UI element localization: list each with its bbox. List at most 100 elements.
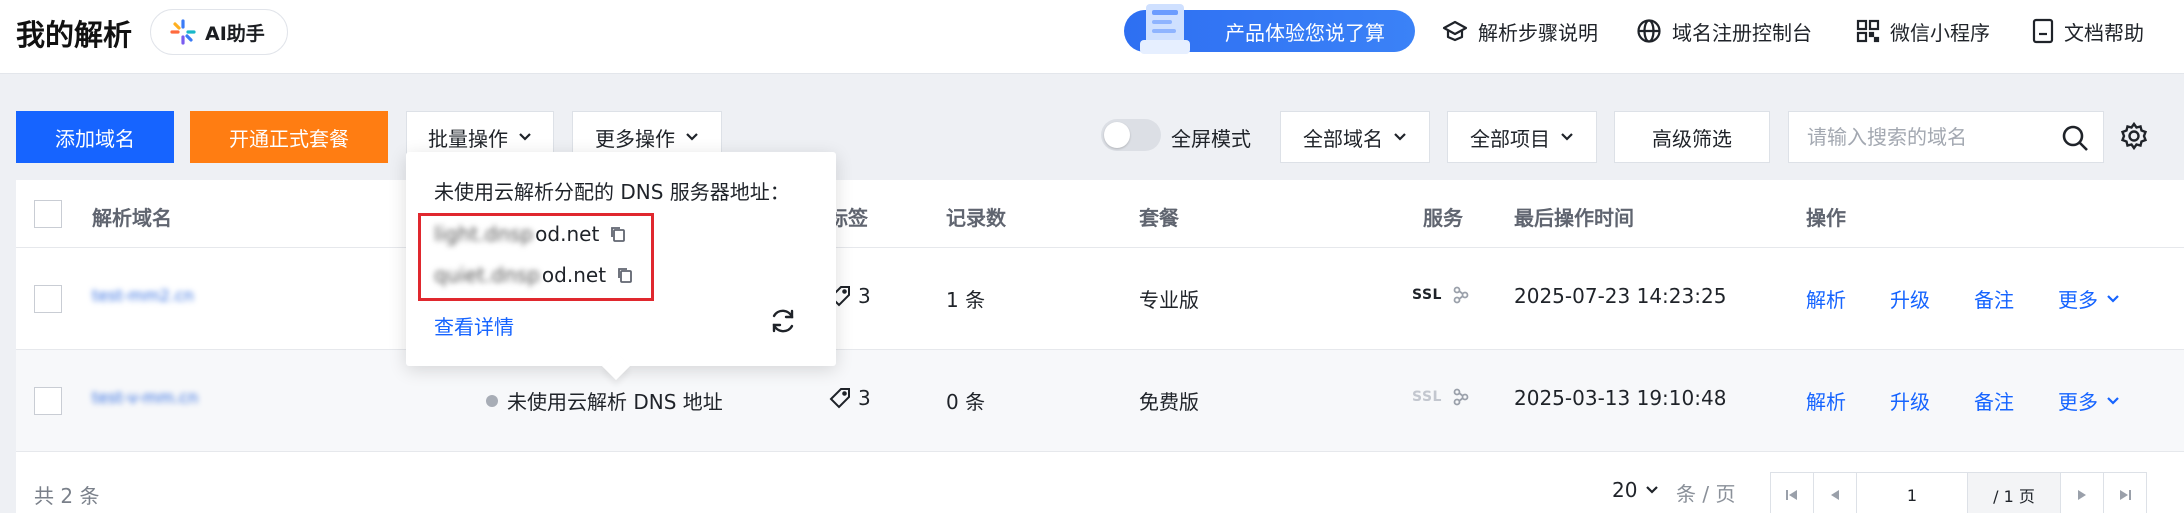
qr-code-icon <box>1856 19 1880 43</box>
total-pages-label: / 1 页 <box>1993 487 2035 506</box>
tag-cell[interactable]: 3 <box>828 386 871 410</box>
search-input[interactable] <box>1807 125 2057 149</box>
last-page-icon <box>2120 490 2131 500</box>
select-all-checkbox[interactable] <box>34 200 62 228</box>
domain-console-label: 域名注册控制台 <box>1672 20 1812 45</box>
row-checkbox[interactable] <box>34 387 62 415</box>
refresh-icon[interactable] <box>768 306 798 336</box>
resolve-action[interactable]: 解析 <box>1806 284 1846 313</box>
feedback-document-icon <box>1140 4 1190 54</box>
add-domain-label: 添加域名 <box>55 126 135 151</box>
prev-page-icon <box>1831 490 1839 500</box>
row-checkbox[interactable] <box>34 285 62 313</box>
chevron-down-icon <box>519 133 531 141</box>
batch-ops-label: 批量操作 <box>428 126 508 151</box>
dns-status-label: 未使用云解析 DNS 地址 <box>507 390 723 414</box>
package-cell: 免费版 <box>1139 390 1199 414</box>
wechat-miniprogram-label: 微信小程序 <box>1890 20 1990 45</box>
tag-count: 3 <box>858 284 871 308</box>
ai-assistant-label: AI助手 <box>205 22 265 45</box>
last-time-cell: 2025-07-23 14:23:25 <box>1514 284 1727 308</box>
records-cell: 1 条 <box>946 288 986 312</box>
service-cell: SSL <box>1412 388 1470 406</box>
remark-action[interactable]: 备注 <box>1974 386 2014 415</box>
share-nodes-icon[interactable] <box>1452 286 1470 304</box>
all-projects-label: 全部项目 <box>1470 126 1550 151</box>
docs-help-link[interactable]: 文档帮助 <box>2032 16 2144 46</box>
fullscreen-toggle[interactable] <box>1101 119 1161 151</box>
docs-help-label: 文档帮助 <box>2064 20 2144 45</box>
open-package-label: 开通正式套餐 <box>229 126 349 151</box>
chevron-down-icon <box>2107 396 2119 405</box>
view-details-link[interactable]: 查看详情 <box>434 311 514 340</box>
table-row: test-v-mm.cn 未使用云解析 DNS 地址 3 0 条 免费版 SSL… <box>16 350 2184 452</box>
current-page: 1 <box>1906 485 1918 505</box>
table-header: 解析域名 标签 记录数 套餐 服务 最后操作时间 操作 <box>16 180 2184 248</box>
all-projects-dropdown[interactable]: 全部项目 <box>1447 111 1597 163</box>
upgrade-action[interactable]: 升级 <box>1890 386 1930 415</box>
last-time-cell: 2025-03-13 19:10:48 <box>1514 386 1727 410</box>
advanced-filter-button[interactable]: 高级筛选 <box>1614 111 1770 163</box>
search-icon[interactable] <box>2061 124 2089 152</box>
search-box <box>1788 111 2104 163</box>
domain-table: 解析域名 标签 记录数 套餐 服务 最后操作时间 操作 test-mm2.cn … <box>16 180 2184 513</box>
dns-status-cell[interactable]: 未使用云解析 DNS 地址 <box>486 386 723 415</box>
header-last-time: 最后操作时间 <box>1514 206 1634 230</box>
table-row: test-mm2.cn 3 1 条 专业版 SSL 2025-07-23 14:… <box>16 248 2184 350</box>
header-records: 记录数 <box>946 206 1006 230</box>
more-ops-label: 更多操作 <box>595 126 675 151</box>
wechat-miniprogram-link[interactable]: 微信小程序 <box>1856 16 1990 46</box>
domain-name-link[interactable]: test-v-mm.cn <box>92 388 198 407</box>
gear-icon[interactable] <box>2119 121 2149 151</box>
upgrade-action[interactable]: 升级 <box>1890 284 1930 313</box>
open-package-button[interactable]: 开通正式套餐 <box>190 111 388 163</box>
chevron-down-icon <box>2107 294 2119 303</box>
resolve-action[interactable]: 解析 <box>1806 386 1846 415</box>
popover-title: 未使用云解析分配的 DNS 服务器地址： <box>434 180 790 204</box>
top-header: 我的解析 AI助手 产品体验您说了算 解析步骤说明 域名注册控制台 微信小程序 … <box>0 0 2184 74</box>
add-domain-button[interactable]: 添加域名 <box>16 111 174 163</box>
page-title: 我的解析 <box>16 18 133 52</box>
first-page-button[interactable] <box>1770 472 1814 513</box>
page-size-select[interactable]: 20 <box>1612 478 1659 502</box>
more-action-label: 更多 <box>2058 288 2098 312</box>
next-page-button[interactable] <box>2060 472 2104 513</box>
dns-steps-link[interactable]: 解析步骤说明 <box>1442 16 1598 46</box>
share-nodes-icon[interactable] <box>1452 388 1470 406</box>
first-page-icon <box>1786 490 1797 500</box>
all-domains-label: 全部域名 <box>1303 126 1383 151</box>
last-page-button[interactable] <box>2103 472 2147 513</box>
ai-sparkle-icon <box>170 19 196 45</box>
domain-name-link[interactable]: test-mm2.cn <box>92 286 194 305</box>
advanced-filter-label: 高级筛选 <box>1652 126 1732 151</box>
all-domains-dropdown[interactable]: 全部域名 <box>1280 111 1430 163</box>
page-size-value: 20 <box>1612 478 1638 502</box>
page-input[interactable]: 1 <box>1856 472 1968 513</box>
header-package: 套餐 <box>1139 206 1179 230</box>
fullscreen-label: 全屏模式 <box>1171 127 1251 151</box>
more-action[interactable]: 更多 <box>2058 386 2120 415</box>
records-cell: 0 条 <box>946 390 986 414</box>
chevron-down-icon <box>686 133 698 141</box>
service-cell: SSL <box>1412 286 1470 304</box>
ssl-badge[interactable]: SSL <box>1412 389 1442 405</box>
domain-console-link[interactable]: 域名注册控制台 <box>1636 16 1812 46</box>
header-service: 服务 <box>1423 206 1463 230</box>
per-page-unit: 条 / 页 <box>1676 482 1736 506</box>
prev-page-button[interactable] <box>1813 472 1857 513</box>
more-action[interactable]: 更多 <box>2058 284 2120 313</box>
ai-assistant-button[interactable]: AI助手 <box>150 9 288 55</box>
dns-server-popover: 未使用云解析分配的 DNS 服务器地址： light.dnsp od.net q… <box>406 152 836 366</box>
tag-count: 3 <box>858 386 871 410</box>
remark-action[interactable]: 备注 <box>1974 284 2014 313</box>
more-action-label: 更多 <box>2058 390 2098 414</box>
graduation-cap-icon <box>1442 20 1468 42</box>
total-pages: / 1 页 <box>1967 472 2061 513</box>
dns-steps-label: 解析步骤说明 <box>1478 20 1598 45</box>
chevron-down-icon <box>1561 133 1573 141</box>
ssl-badge[interactable]: SSL <box>1412 287 1442 303</box>
total-count: 共 2 条 <box>34 484 100 508</box>
product-feedback-label: 产品体验您说了算 <box>1225 20 1385 45</box>
status-dot <box>486 394 498 407</box>
header-actions: 操作 <box>1806 206 1846 230</box>
